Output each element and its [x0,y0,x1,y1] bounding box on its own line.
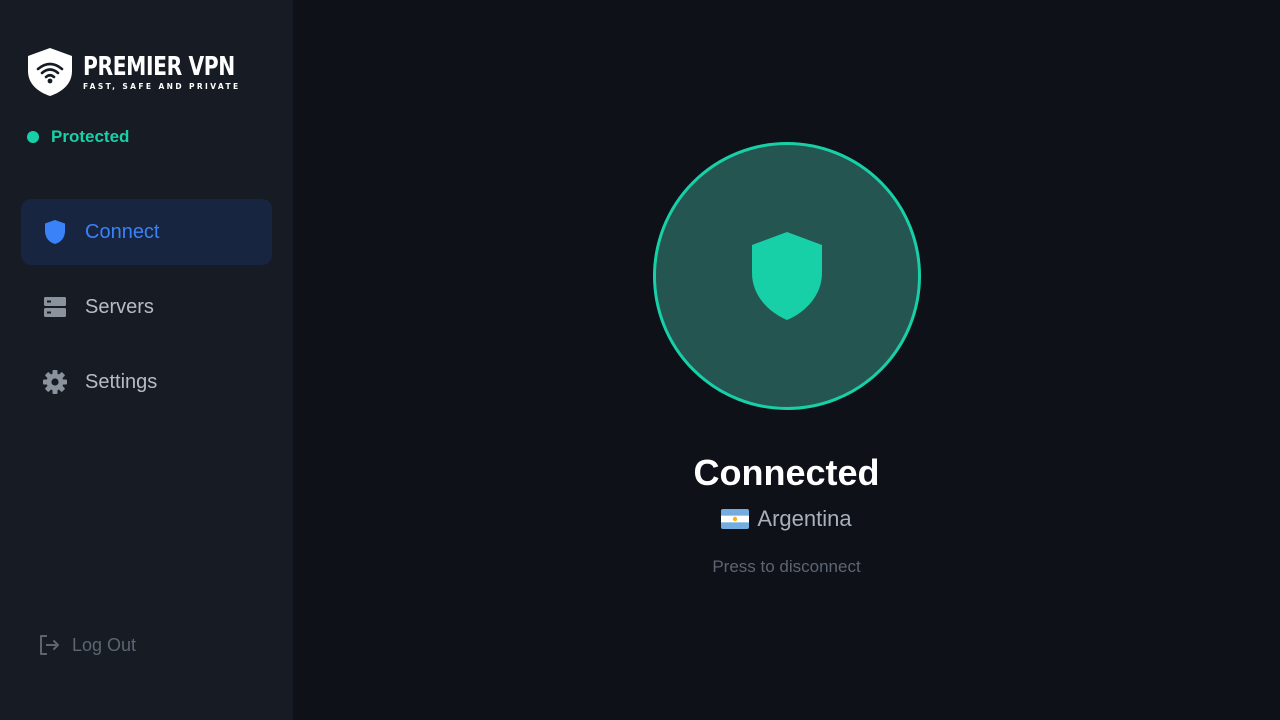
nav-item-label: Settings [85,370,158,393]
logout-button[interactable]: Log Out [37,633,136,657]
shield-icon [752,232,822,320]
nav-item-settings[interactable]: Settings [21,349,272,415]
server-location: Argentina [293,506,1280,532]
app-window: PREMIER VPN FAST, SAFE AND PRIVATE Prote… [0,0,1280,720]
brand-tagline: FAST, SAFE AND PRIVATE [83,82,241,91]
nav-item-label: Connect [85,220,160,243]
connection-state: Connected [693,452,880,493]
sidebar: PREMIER VPN FAST, SAFE AND PRIVATE Prote… [0,0,293,720]
logout-icon [40,635,59,655]
shield-icon [42,219,68,245]
disconnect-hint: Press to disconnect [712,557,861,576]
connect-toggle-button[interactable] [653,142,921,410]
logout-label: Log Out [72,634,137,655]
brand-name: PREMIER VPN [83,52,235,82]
status-dot-icon [27,131,39,143]
server-icon [42,294,68,320]
nav-item-connect[interactable]: Connect [21,199,272,265]
gear-icon [42,369,68,395]
argentina-flag-icon [721,509,750,529]
main-panel: Connected Argentina Press to disconnect [293,0,1280,720]
brand: PREMIER VPN FAST, SAFE AND PRIVATE [26,47,278,97]
nav-item-servers[interactable]: Servers [21,274,272,340]
protection-status: Protected [27,127,129,147]
nav-item-label: Servers [85,295,154,318]
shield-wifi-logo-icon [28,48,72,96]
country-label: Argentina [757,506,852,531]
status-label: Protected [51,127,130,146]
